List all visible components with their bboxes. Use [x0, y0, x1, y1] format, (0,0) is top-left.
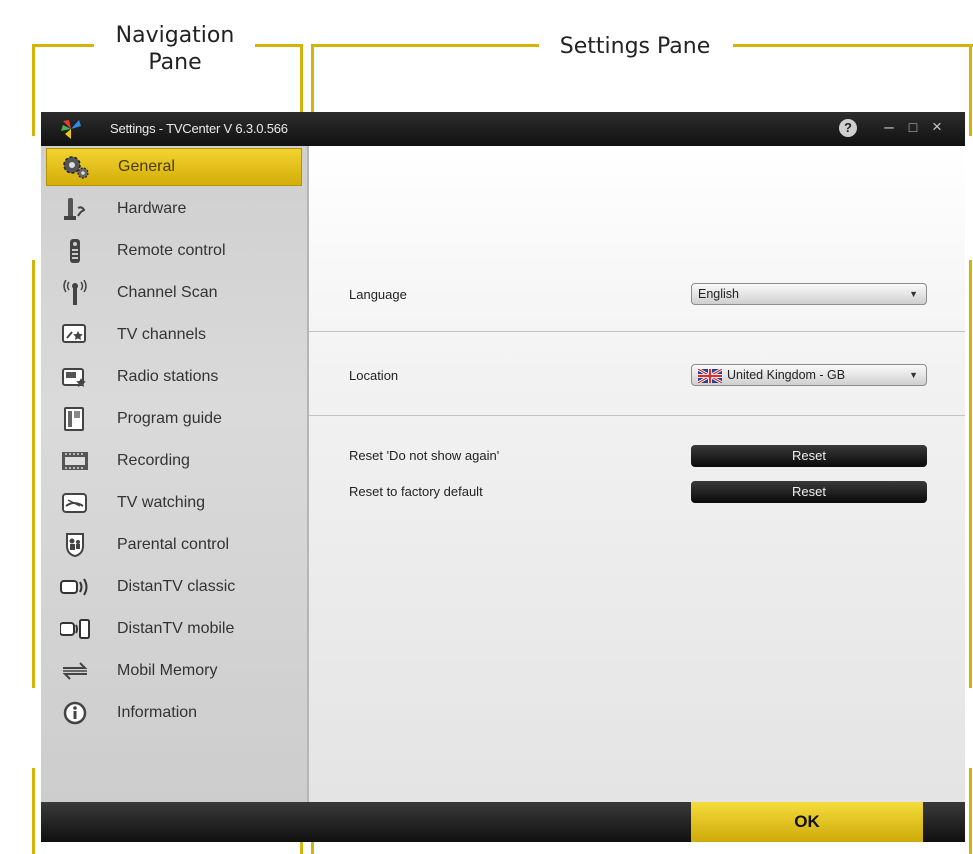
language-dropdown[interactable]: English ▼: [691, 283, 927, 305]
close-button[interactable]: ×: [927, 117, 947, 137]
ann-line: [32, 44, 35, 136]
tv-watch-icon: [60, 490, 90, 516]
antenna-icon: [60, 280, 90, 306]
nav-label: Program guide: [117, 410, 222, 427]
annotation-navigation-pane: Navigation Pane: [95, 22, 255, 76]
location-label: Location: [349, 368, 399, 383]
nav-item-tv-watching[interactable]: TV watching: [46, 484, 302, 522]
nav-item-channel-scan[interactable]: Channel Scan: [46, 274, 302, 312]
annotation-navigation-line2: Pane: [148, 50, 202, 75]
nav-label: Channel Scan: [117, 284, 218, 301]
nav-item-parental-control[interactable]: Parental control: [46, 526, 302, 564]
ann-line: [969, 768, 972, 854]
chevron-down-icon: ▼: [909, 370, 918, 380]
annotation-settings-pane: Settings Pane: [540, 33, 730, 60]
ann-line: [32, 768, 35, 854]
tv-star-icon: [60, 322, 90, 348]
gears-icon: [61, 154, 91, 180]
nav-item-distantv-classic[interactable]: DistanTV classic: [46, 568, 302, 606]
language-value: English: [698, 287, 739, 301]
distantv-mobile-icon: [60, 616, 90, 642]
ann-line: [733, 44, 973, 47]
nav-item-radio-stations[interactable]: Radio stations: [46, 358, 302, 396]
nav-label: Information: [117, 704, 198, 721]
nav-item-information[interactable]: Information: [46, 694, 302, 732]
ann-line: [969, 260, 972, 688]
transfer-arrows-icon: [60, 658, 90, 684]
ann-line: [32, 44, 94, 47]
maximize-button[interactable]: □: [903, 117, 923, 137]
radio-star-icon: [60, 364, 90, 390]
bottom-bar: OK: [41, 802, 965, 842]
nav-label: Parental control: [117, 536, 230, 553]
reset-factory-button[interactable]: Reset: [691, 481, 927, 503]
nav-label: TV watching: [117, 494, 206, 511]
question-icon[interactable]: ?: [839, 119, 857, 137]
settings-pane: Language English ▼ Location United Kingd…: [307, 146, 965, 802]
annotation-navigation-line1: Navigation: [115, 23, 235, 48]
reset-factory-label: Reset to factory default: [349, 484, 483, 499]
reset-dont-show-label: Reset 'Do not show again': [349, 448, 500, 463]
nav-label: General: [118, 158, 175, 175]
remote-icon: [60, 238, 90, 264]
ann-line: [969, 44, 972, 136]
tvcenter-logo-icon: [61, 120, 81, 139]
location-value: United Kingdom - GB: [727, 368, 846, 382]
nav-label: DistanTV classic: [117, 578, 236, 595]
uk-flag-icon: [698, 368, 722, 383]
nav-item-general[interactable]: General: [46, 148, 302, 186]
divider: [309, 331, 965, 332]
nav-item-remote-control[interactable]: Remote control: [46, 232, 302, 270]
nav-item-recording[interactable]: Recording: [46, 442, 302, 480]
location-dropdown[interactable]: United Kingdom - GB ▼: [691, 364, 927, 386]
hardware-icon: [60, 196, 90, 222]
nav-item-program-guide[interactable]: Program guide: [46, 400, 302, 438]
nav-item-hardware[interactable]: Hardware: [46, 190, 302, 228]
divider: [309, 415, 965, 416]
nav-label: Hardware: [117, 200, 187, 217]
nav-label: TV channels: [117, 326, 206, 343]
info-icon: [60, 700, 90, 726]
title-bar[interactable]: Settings - TVCenter V 6.3.0.566 ? – □ ×: [41, 112, 965, 146]
ann-line: [255, 44, 303, 47]
distantv-classic-icon: [60, 574, 90, 600]
nav-label: DistanTV mobile: [117, 620, 235, 637]
settings-window: Settings - TVCenter V 6.3.0.566 ? – □ × …: [41, 112, 965, 842]
nav-label: Remote control: [117, 242, 226, 259]
chevron-down-icon: ▼: [909, 289, 918, 299]
ann-line: [311, 44, 539, 47]
nav-label: Recording: [117, 452, 190, 469]
film-icon: [60, 448, 90, 474]
nav-item-tv-channels[interactable]: TV channels: [46, 316, 302, 354]
window-title: Settings - TVCenter V 6.3.0.566: [110, 121, 288, 136]
nav-label: Radio stations: [117, 368, 219, 385]
minimize-button[interactable]: –: [879, 117, 899, 137]
nav-label: Mobil Memory: [117, 662, 218, 679]
navigation-pane: General Hardware Remote control Channel …: [41, 146, 307, 802]
ann-line: [32, 260, 35, 688]
guide-icon: [60, 406, 90, 432]
nav-item-distantv-mobile[interactable]: DistanTV mobile: [46, 610, 302, 648]
language-label: Language: [349, 287, 407, 302]
nav-item-mobil-memory[interactable]: Mobil Memory: [46, 652, 302, 690]
ok-button[interactable]: OK: [691, 802, 923, 842]
reset-dont-show-button[interactable]: Reset: [691, 445, 927, 467]
shield-people-icon: [60, 532, 90, 558]
